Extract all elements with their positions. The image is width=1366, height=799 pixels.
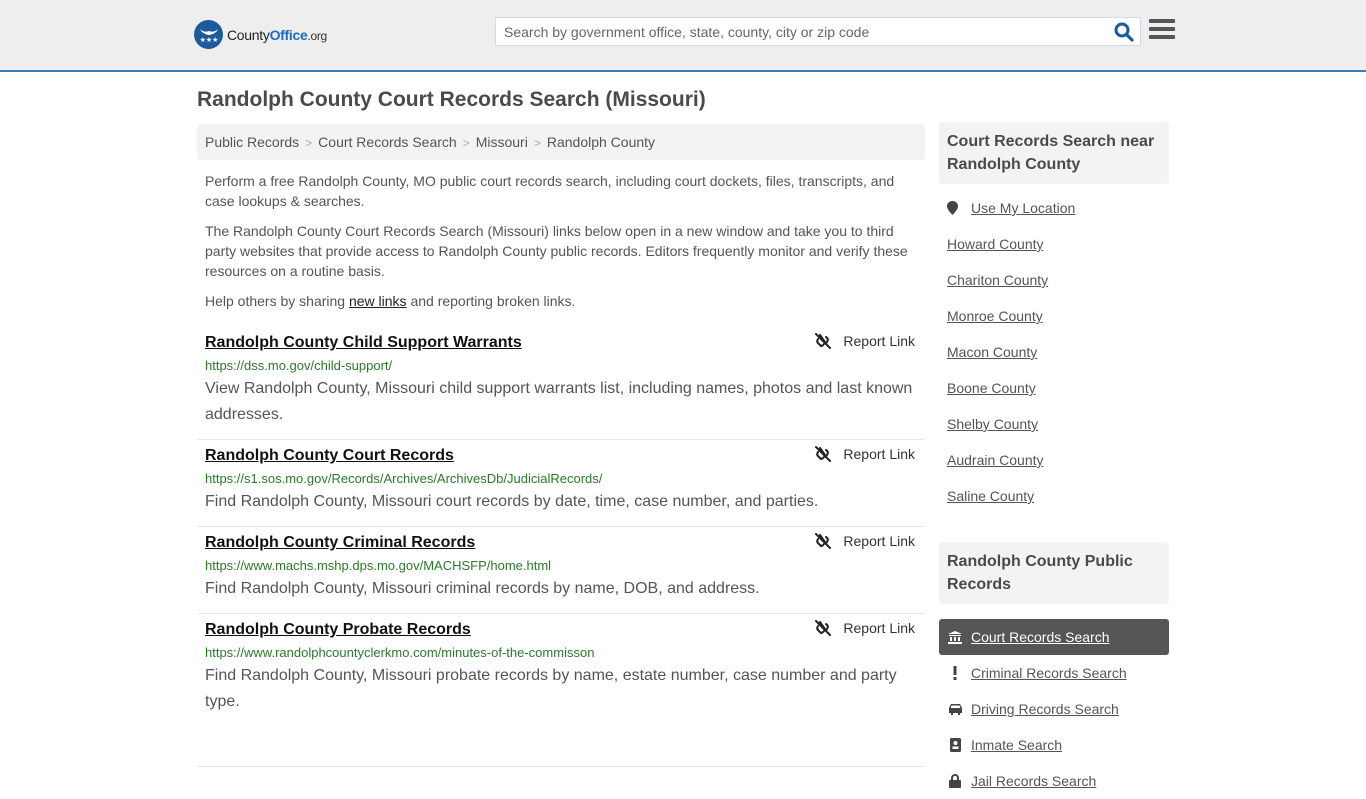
nearby-county-link[interactable]: Shelby County [947,416,1038,432]
breadcrumb-separator: > [462,136,470,150]
use-my-location-link[interactable]: Use My Location [971,200,1075,216]
nearby-county-item: Macon County [939,344,1169,380]
public-records-item-criminal[interactable]: Criminal Records Search [939,655,1169,691]
breadcrumb-separator: > [305,136,313,150]
courthouse-icon [947,629,963,645]
sidebar: Court Records Search near Randolph Count… [939,122,1169,799]
broken-link-icon [815,533,832,549]
lock-icon [947,773,963,789]
nearby-county-item: Monroe County [939,308,1169,344]
exclamation-icon [947,665,963,681]
nearby-counties-list: Use My Location Howard County Chariton C… [939,200,1169,524]
report-link-button[interactable]: Report Link [815,446,915,462]
id-badge-icon [947,737,963,753]
nearby-county-item: Saline County [939,488,1169,524]
record-description: Find Randolph County, Missouri probate r… [205,667,897,710]
report-link-button[interactable]: Report Link [815,620,915,636]
record-title-link[interactable]: Randolph County Court Records [205,446,454,466]
map-pin-icon [947,201,958,215]
hamburger-menu-icon[interactable] [1149,19,1175,43]
record-description: View Randolph County, Missouri child sup… [205,380,913,423]
intro-paragraph-3: Help others by sharing new links and rep… [205,293,576,309]
nearby-heading: Court Records Search near Randolph Count… [939,122,1169,184]
record-description: Find Randolph County, Missouri court rec… [205,493,819,510]
eagle-logo-icon: ★★★ [194,20,223,49]
search-input[interactable] [496,18,1096,45]
record-title-link[interactable]: Randolph County Probate Records [205,620,471,640]
intro-paragraph-2: The Randolph County Court Records Search… [205,223,908,279]
public-records-item-court[interactable]: Court Records Search [939,619,1169,655]
record-url: https://www.machs.mshp.dps.mo.gov/MACHSF… [205,558,552,573]
public-records-link[interactable]: Driving Records Search [971,701,1119,717]
public-records-link[interactable]: Jail Records Search [971,773,1096,789]
record-item: Randolph County Child Support Warrants R… [197,327,925,440]
car-icon [947,701,963,717]
public-records-link[interactable]: Criminal Records Search [971,665,1127,681]
nearby-county-link[interactable]: Howard County [947,236,1044,252]
record-item: Randolph County Court Records Report Lin… [197,440,925,527]
breadcrumb-missouri[interactable]: Missouri [476,134,528,150]
nearby-county-item: Chariton County [939,272,1169,308]
nearby-county-link[interactable]: Boone County [947,380,1036,396]
records-list: Randolph County Child Support Warrants R… [197,327,925,726]
record-url: https://s1.sos.mo.gov/Records/Archives/A… [205,471,603,486]
broken-link-icon [815,446,832,462]
nearby-county-item: Audrain County [939,452,1169,488]
search-icon [1114,22,1134,42]
intro-text: Perform a free Randolph County, MO publi… [205,171,917,321]
nearby-county-link[interactable]: Macon County [947,344,1037,360]
public-records-link[interactable]: Court Records Search [971,629,1110,645]
nearby-county-link[interactable]: Monroe County [947,308,1043,324]
site-logo[interactable]: ★★★ CountyOffice.org [194,20,327,49]
nearby-county-link[interactable]: Audrain County [947,452,1044,468]
svg-text:★★★: ★★★ [199,36,218,44]
record-item: Randolph County Probate Records Report L… [197,614,925,726]
public-records-item-driving[interactable]: Driving Records Search [939,691,1169,727]
record-url: https://www.randolphcountyclerkmo.com/mi… [205,645,595,660]
search-button[interactable] [1114,22,1134,42]
broken-link-icon [815,620,832,636]
divider [197,766,925,767]
nearby-county-item: Howard County [939,236,1169,272]
record-title-link[interactable]: Randolph County Criminal Records [205,533,475,553]
nearby-county-link[interactable]: Saline County [947,488,1034,504]
broken-link-icon [815,333,832,349]
report-link-button[interactable]: Report Link [815,333,915,349]
public-records-link[interactable]: Inmate Search [971,737,1062,753]
breadcrumb-court-records-search[interactable]: Court Records Search [318,134,457,150]
public-records-item-jail[interactable]: Jail Records Search [939,763,1169,799]
logo-text: CountyOffice.org [227,26,327,43]
intro-paragraph-1: Perform a free Randolph County, MO publi… [205,173,895,209]
breadcrumb-public-records[interactable]: Public Records [205,134,299,150]
page-title: Randolph County Court Records Search (Mi… [197,88,706,111]
report-link-button[interactable]: Report Link [815,533,915,549]
breadcrumb: Public Records > Court Records Search > Miss… [197,124,925,160]
nearby-county-item: Shelby County [939,416,1169,452]
public-records-item-inmate[interactable]: Inmate Search [939,727,1169,763]
use-my-location-item: Use My Location [939,200,1169,236]
new-links-link[interactable]: new links [349,293,407,309]
record-description: Find Randolph County, Missouri criminal … [205,580,760,597]
breadcrumb-separator: > [533,136,541,150]
record-title-link[interactable]: Randolph County Child Support Warrants [205,333,522,353]
record-url: https://dss.mo.gov/child-support/ [205,358,393,373]
record-item: Randolph County Criminal Records Report … [197,527,925,614]
nearby-county-link[interactable]: Chariton County [947,272,1048,288]
nearby-county-item: Boone County [939,380,1169,416]
public-records-heading: Randolph County Public Records [939,542,1169,604]
site-header: ★★★ CountyOffice.org [0,0,1366,72]
search-bar [495,17,1141,46]
public-records-list: Court Records Search Criminal Records Se… [939,619,1169,799]
breadcrumb-randolph-county[interactable]: Randolph County [547,134,655,150]
